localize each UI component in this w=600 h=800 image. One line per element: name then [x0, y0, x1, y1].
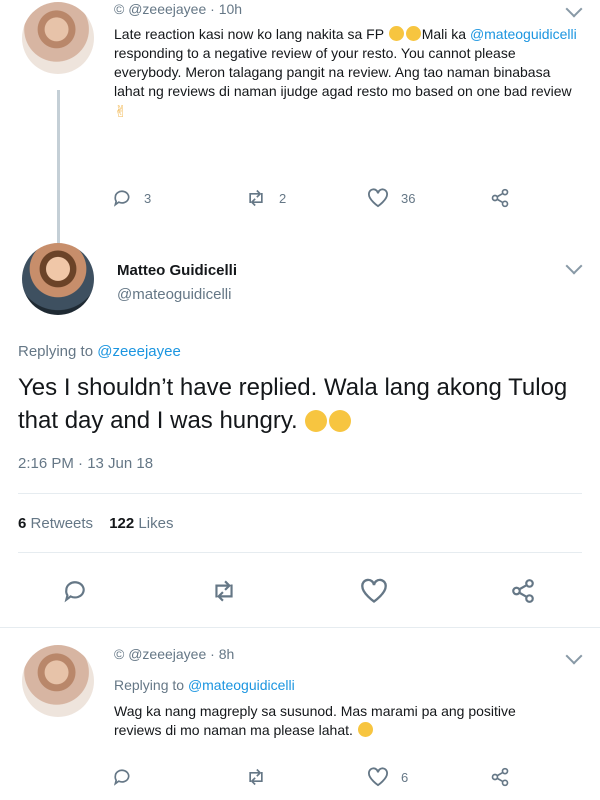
retweet-icon [249, 189, 263, 207]
verified-circle-icon: © [114, 1, 125, 17]
replying-to: Replying to @zeeejayee [18, 343, 181, 360]
tweet-header: © @zeeejayee · 10h [114, 1, 243, 17]
divider [18, 552, 582, 553]
reply-count: 3 [144, 190, 152, 206]
tweet-text: Late reaction kasi now ko lang nakita sa… [114, 26, 577, 121]
retweet-count: 2 [279, 190, 287, 206]
reply-button[interactable]: 3 [112, 188, 151, 208]
display-name[interactable]: Matteo Guidicelli [117, 262, 237, 279]
tweet-header: © @zeeejayee · 8h [114, 646, 235, 662]
retweet-button[interactable] [210, 578, 238, 604]
user-handle[interactable]: @zeeejayee [128, 646, 206, 662]
tweet-time[interactable]: 8h [219, 646, 235, 662]
avatar[interactable] [22, 243, 94, 315]
tears-of-joy-emoji-icon [329, 410, 352, 432]
share-button[interactable] [510, 578, 536, 604]
thread-line [57, 90, 60, 250]
verified-circle-icon: © [114, 646, 125, 662]
mention-link[interactable]: @zeeejayee [97, 343, 181, 360]
tweet-stats: 6 Retweets 122 Likes [18, 515, 173, 532]
chevron-down-icon[interactable] [565, 0, 583, 18]
retweet-icon [215, 580, 233, 602]
like-count: 36 [401, 190, 416, 206]
grinning-emoji-icon [357, 722, 373, 737]
user-handle[interactable]: @mateoguidicelli [117, 286, 231, 303]
reply-button[interactable] [62, 578, 88, 604]
retweets-stat[interactable]: 6 Retweets [18, 515, 93, 532]
retweet-button[interactable] [245, 767, 267, 787]
share-icon [512, 579, 534, 603]
retweet-button[interactable]: 2 [245, 188, 286, 208]
like-button[interactable]: 36 [367, 188, 415, 208]
tweet-timestamp[interactable]: 2:16 PM · 13 Jun 18 [18, 455, 153, 472]
retweet-icon [249, 768, 263, 786]
user-handle[interactable]: @zeeejayee [128, 1, 206, 17]
like-icon [368, 188, 388, 208]
tears-of-joy-emoji-icon [405, 26, 421, 41]
tweet-time[interactable]: 10h [219, 1, 242, 17]
reply-icon [64, 581, 85, 603]
reply-icon [113, 190, 130, 207]
avatar[interactable] [22, 2, 94, 74]
like-icon [368, 767, 388, 787]
like-button[interactable] [360, 578, 388, 604]
like-icon [361, 578, 387, 603]
mention-link[interactable]: @mateoguidicelli [188, 677, 295, 693]
share-button[interactable] [490, 767, 510, 787]
replying-to: Replying to @mateoguidicelli [114, 677, 295, 693]
reply-icon [113, 769, 130, 786]
tweet-text: Wag ka nang magreply sa susunod. Mas mar… [114, 703, 516, 738]
reply-button[interactable] [112, 767, 132, 787]
divider [0, 627, 600, 628]
victory-hand-emoji-icon: ✌ [114, 104, 128, 121]
chevron-down-icon[interactable] [565, 257, 583, 275]
hugging-emoji-icon [388, 26, 404, 41]
like-count: 6 [401, 769, 409, 785]
avatar[interactable] [22, 645, 94, 717]
tweet-text: Yes I shouldn’t have replied. Wala lang … [18, 374, 568, 434]
share-icon [491, 767, 509, 787]
chevron-down-icon[interactable] [565, 647, 583, 665]
tears-of-joy-emoji-icon [305, 410, 328, 432]
like-button[interactable]: 6 [367, 767, 408, 787]
mention-link[interactable]: @mateoguidicelli [470, 26, 577, 42]
share-icon [491, 188, 509, 208]
share-button[interactable] [490, 188, 510, 208]
divider [18, 493, 582, 494]
likes-stat[interactable]: 122 Likes [109, 515, 173, 532]
